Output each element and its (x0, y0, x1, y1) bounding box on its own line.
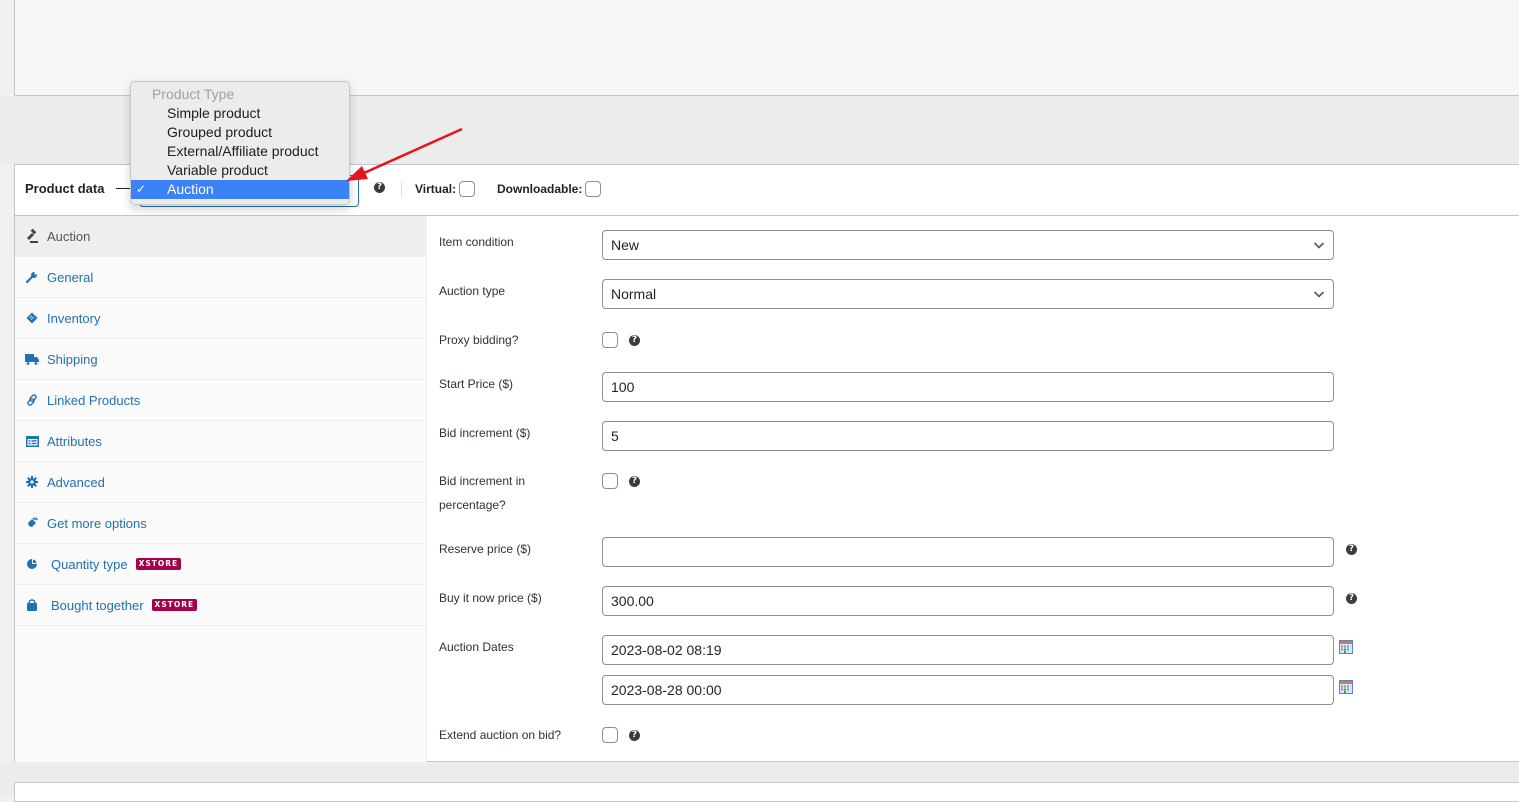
auction-dates-label: Auction Dates (439, 640, 514, 654)
extend-auction-checkbox[interactable] (602, 727, 618, 743)
option-variable-product[interactable]: Variable product (131, 161, 349, 180)
plugin-icon (25, 516, 39, 530)
auction-type-value: Normal (611, 286, 657, 302)
help-icon[interactable]: ? (1346, 593, 1357, 604)
bid-increment-input[interactable]: 5 (602, 421, 1334, 451)
tab-label: Get more options (47, 515, 147, 531)
chevron-down-icon (1313, 242, 1325, 249)
tab-label: Linked Products (47, 392, 141, 408)
option-label: Simple product (167, 105, 261, 121)
tab-linked-products[interactable]: Linked Products (15, 380, 426, 421)
tab-label: Inventory (47, 310, 101, 326)
tab-label: Advanced (47, 474, 105, 490)
tab-label: General (47, 269, 94, 285)
proxy-bidding-label: Proxy bidding? (439, 333, 519, 347)
tab-label: Bought together (51, 597, 144, 613)
wrench-icon (25, 270, 39, 284)
product-data-panel: Product data ? Virtual: Downloadable: Au… (14, 164, 1519, 762)
option-label: Variable product (167, 162, 268, 178)
truck-icon (25, 352, 39, 366)
product-data-title: Product data (25, 181, 105, 196)
tab-inventory[interactable]: Inventory (15, 298, 426, 339)
next-panel (14, 782, 1519, 802)
bid-increment-pct-label-2: percentage? (439, 498, 506, 512)
xstore-badge: XSTORE (135, 558, 182, 570)
tab-label: Quantity type (51, 556, 128, 572)
option-label: Auction (167, 181, 214, 197)
checkmark-icon: ✓ (136, 182, 147, 196)
downloadable-checkbox[interactable] (585, 181, 602, 197)
help-icon[interactable]: ? (629, 476, 640, 487)
link-icon (25, 393, 39, 407)
extend-auction-label: Extend auction on bid? (439, 728, 562, 742)
help-icon[interactable]: ? (1346, 544, 1357, 555)
tab-quantity-type[interactable]: Quantity type XSTORE (15, 544, 426, 585)
xstore-badge: XSTORE (151, 599, 198, 611)
virtual-checkbox[interactable] (459, 181, 476, 197)
option-label: Grouped product (167, 124, 273, 140)
reserve-price-input[interactable] (602, 537, 1334, 567)
bag-icon (25, 598, 39, 612)
item-condition-label: Item condition (439, 235, 514, 249)
help-icon[interactable]: ? (629, 335, 640, 346)
tab-label: Shipping (47, 351, 98, 367)
virtual-option[interactable]: Virtual: (415, 181, 476, 197)
downloadable-label: Downloadable: (497, 182, 583, 196)
tab-label: Auction (47, 228, 91, 244)
product-data-tabs: Auction General Inventory Shipping Linke… (15, 216, 427, 762)
item-condition-value: New (611, 237, 640, 253)
bid-increment-pct-label-1: Bid increment in (439, 474, 526, 488)
tag-icon (25, 311, 39, 325)
list-icon (25, 434, 39, 448)
tab-get-more-options[interactable]: Get more options (15, 503, 426, 544)
product-type-dropdown[interactable]: Product Type Simple product Grouped prod… (130, 81, 350, 205)
gear-icon (25, 475, 39, 489)
tab-auction[interactable]: Auction (15, 216, 426, 257)
gavel-icon (25, 229, 39, 243)
calendar-icon[interactable] (1339, 680, 1353, 694)
help-icon[interactable]: ? (374, 182, 385, 193)
auction-type-select[interactable]: Normal (602, 279, 1334, 309)
auction-type-label: Auction type (439, 284, 506, 298)
virtual-label: Virtual: (415, 182, 457, 196)
tab-bought-together[interactable]: Bought together XSTORE (15, 585, 426, 626)
help-icon[interactable]: ? (629, 730, 640, 741)
auction-end-date-input[interactable]: 2023-08-28 00:00 (602, 675, 1334, 705)
option-auction[interactable]: ✓ Auction (131, 180, 349, 199)
bid-increment-label: Bid increment ($) (439, 426, 531, 440)
buy-now-price-label: Buy it now price ($) (439, 591, 542, 605)
downloadable-option[interactable]: Downloadable: (497, 181, 602, 197)
title-dash (116, 188, 130, 189)
calendar-icon[interactable] (1339, 640, 1353, 654)
option-external-affiliate-product[interactable]: External/Affiliate product (131, 142, 349, 161)
auction-start-date-input[interactable]: 2023-08-02 08:19 (602, 635, 1334, 665)
option-simple-product[interactable]: Simple product (131, 104, 349, 123)
option-label: External/Affiliate product (167, 143, 319, 159)
pie-icon (25, 557, 39, 571)
tab-general[interactable]: General (15, 257, 426, 298)
start-price-label: Start Price ($) (439, 377, 514, 391)
bid-increment-pct-checkbox[interactable] (602, 473, 618, 489)
start-price-input[interactable]: 100 (602, 372, 1334, 402)
chevron-down-icon (1313, 291, 1325, 298)
tab-advanced[interactable]: Advanced (15, 462, 426, 503)
tab-label: Attributes (47, 433, 102, 449)
tab-shipping[interactable]: Shipping (15, 339, 426, 380)
dropdown-group-header: Product Type (152, 86, 235, 102)
tab-attributes[interactable]: Attributes (15, 421, 426, 462)
buy-now-price-input[interactable]: 300.00 (602, 586, 1334, 616)
option-grouped-product[interactable]: Grouped product (131, 123, 349, 142)
divider (401, 181, 402, 197)
item-condition-select[interactable]: New (602, 230, 1334, 260)
auction-fields: Item condition New Auction type Normal P… (427, 216, 1519, 762)
proxy-bidding-checkbox[interactable] (602, 332, 618, 348)
reserve-price-label: Reserve price ($) (439, 542, 532, 556)
